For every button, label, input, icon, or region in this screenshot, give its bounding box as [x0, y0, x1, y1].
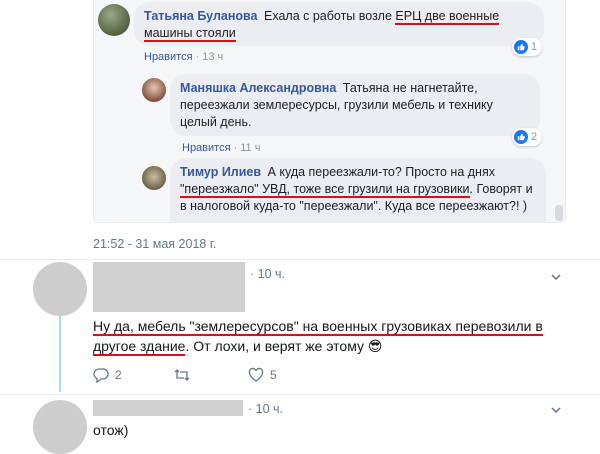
- avatar[interactable]: [33, 400, 87, 454]
- comment-bubble: Татьяна Буланова Ехала с работы возле ЕР…: [134, 2, 544, 46]
- like-link[interactable]: Нравится: [144, 51, 193, 63]
- redacted-username: [93, 262, 245, 312]
- like-icon: [514, 130, 528, 144]
- comment-time[interactable]: 11 ч: [240, 142, 260, 154]
- tweet-text-tail: . От лохи, и верят же этому: [185, 338, 368, 354]
- avatar[interactable]: [33, 262, 87, 316]
- avatar[interactable]: [142, 166, 166, 190]
- tweet-time[interactable]: · 10 ч.: [248, 402, 283, 416]
- like-link[interactable]: Нравится: [182, 142, 231, 154]
- divider: [0, 259, 600, 260]
- tweet-timestamp[interactable]: 21:52 - 31 мая 2018 г.: [93, 237, 216, 251]
- reaction-count-value: 1: [531, 41, 538, 53]
- facebook-comments-panel: Татьяна Буланова Ехала с работы возле ЕР…: [93, 0, 566, 223]
- comment-bubble: Тимур Илиев А куда переезжали-то? Просто…: [170, 158, 546, 222]
- chevron-down-icon[interactable]: [550, 404, 562, 416]
- thread-line: [59, 316, 61, 392]
- comment-meta: Нравится · 11 ч: [182, 142, 261, 154]
- heart-icon: [248, 367, 264, 382]
- like-icon: [514, 40, 528, 54]
- sunglasses-emoji-icon: 😎: [367, 338, 383, 354]
- avatar[interactable]: [98, 4, 130, 36]
- tweet-actions: 2 5: [93, 367, 277, 383]
- comment-bubble: Маняшка Александровна Татьяна не нагнета…: [170, 74, 540, 136]
- comment-meta: Нравится · 13 ч: [144, 51, 224, 63]
- like-count: 5: [270, 368, 277, 382]
- reply-count: 2: [115, 368, 122, 382]
- comment-author[interactable]: Татьяна Буланова: [144, 9, 258, 23]
- redacted-username: [93, 400, 243, 416]
- reaction-count[interactable]: 1: [512, 38, 543, 56]
- chevron-down-icon[interactable]: [550, 271, 562, 283]
- tweet-text: отож): [93, 422, 129, 438]
- comment-text: Ехала с работы возле: [264, 9, 396, 23]
- reaction-count-value: 2: [531, 131, 538, 143]
- comment-time[interactable]: 13 ч: [202, 51, 223, 63]
- like-button[interactable]: 5: [248, 367, 277, 383]
- retweet-button[interactable]: [173, 367, 248, 383]
- tweet-time[interactable]: · 10 ч.: [250, 267, 285, 281]
- comment-author[interactable]: Тимур Илиев: [180, 165, 261, 179]
- comment-text-highlight: "переезжало" УВД, тоже все грузили на гр…: [180, 182, 470, 198]
- avatar[interactable]: [142, 78, 166, 102]
- retweet-icon: [174, 369, 190, 381]
- reaction-count[interactable]: 2: [512, 128, 543, 146]
- reply-icon: [93, 368, 109, 383]
- scrollbar[interactable]: [555, 205, 563, 221]
- divider: [0, 394, 600, 395]
- reply-button[interactable]: 2: [93, 367, 173, 383]
- tweet-text: Ну да, мебель "землересурсов" на военных…: [93, 316, 563, 356]
- comment-author[interactable]: Маняшка Александровна: [180, 81, 336, 95]
- comment-text: А куда переезжали-то? Просто на днях: [267, 165, 495, 179]
